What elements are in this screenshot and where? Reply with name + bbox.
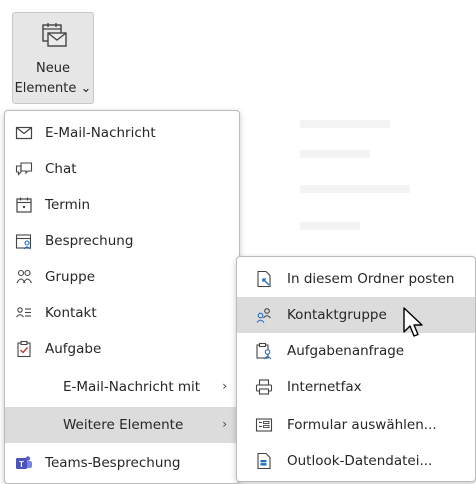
- new-items-icon: [42, 23, 67, 47]
- chat-icon: [15, 162, 33, 176]
- menu-item-label: E-Mail-Nachricht mit: [63, 379, 201, 395]
- menu-item-teams-meeting[interactable]: T Teams-Besprechung: [5, 445, 239, 481]
- task-request-icon: [256, 342, 272, 360]
- new-items-label-line1: Neue: [36, 61, 70, 76]
- envelope-icon: [15, 126, 33, 140]
- menu-item-appointment[interactable]: Termin: [5, 187, 239, 223]
- menu-item-label: Chat: [45, 161, 77, 177]
- task-icon: [17, 340, 31, 358]
- submenu-item-label: Kontaktgruppe: [287, 307, 387, 323]
- menu-item-email[interactable]: E-Mail-Nachricht: [5, 115, 239, 151]
- menu-item-label: Teams-Besprechung: [45, 455, 181, 471]
- submenu-item-choose-form[interactable]: Formular auswählen...: [237, 407, 475, 443]
- contact-icon: [16, 307, 31, 318]
- background-text: [300, 120, 390, 128]
- data-file-icon: [257, 452, 271, 470]
- svg-text:T: T: [19, 460, 24, 469]
- submenu-item-data-file[interactable]: Outlook-Datendatei...: [237, 443, 475, 479]
- submenu-item-label: Formular auswählen...: [287, 417, 437, 433]
- calendar-icon: [16, 197, 32, 213]
- menu-item-meeting[interactable]: Besprechung: [5, 223, 239, 259]
- submenu-item-label: In diesem Ordner posten: [287, 271, 455, 287]
- new-items-menu: E-Mail-Nachricht Chat Termin Besprechung: [4, 110, 240, 484]
- menu-item-label: Aufgabe: [45, 341, 102, 357]
- submenu-item-internet-fax[interactable]: Internetfax: [237, 369, 475, 405]
- menu-item-label: Besprechung: [45, 233, 134, 249]
- submenu-item-label: Internetfax: [287, 379, 362, 395]
- more-items-submenu: In diesem Ordner posten Kontaktgruppe Au…: [236, 256, 476, 482]
- group-icon: [16, 269, 32, 284]
- menu-item-task[interactable]: Aufgabe: [5, 331, 239, 367]
- submenu-item-task-request[interactable]: Aufgabenanfrage: [237, 333, 475, 369]
- meeting-icon: [15, 234, 32, 250]
- chevron-right-icon: ›: [222, 417, 227, 431]
- contact-group-icon: [256, 308, 271, 323]
- teams-icon: T: [16, 456, 32, 469]
- submenu-item-contact-group[interactable]: Kontaktgruppe: [237, 297, 475, 333]
- background-text: [300, 150, 370, 158]
- submenu-item-label: Aufgabenanfrage: [287, 343, 405, 359]
- menu-item-label: Kontakt: [45, 305, 97, 321]
- menu-item-email-with[interactable]: E-Mail-Nachricht mit ›: [5, 369, 239, 405]
- menu-item-label: Gruppe: [45, 269, 96, 285]
- background-text: [300, 222, 360, 230]
- menu-item-chat[interactable]: Chat: [5, 151, 239, 187]
- background-text: [300, 185, 410, 193]
- new-items-label-line2: Elemente ⌄: [14, 81, 92, 96]
- menu-item-label: Termin: [45, 197, 91, 213]
- submenu-item-post[interactable]: In diesem Ordner posten: [237, 261, 475, 297]
- menu-item-label: E-Mail-Nachricht: [45, 125, 156, 141]
- menu-item-group[interactable]: Gruppe: [5, 259, 239, 295]
- chevron-right-icon: ›: [222, 379, 227, 393]
- menu-item-label: Weitere Elemente: [63, 417, 184, 433]
- menu-item-contact[interactable]: Kontakt: [5, 295, 239, 331]
- form-icon: [255, 418, 273, 432]
- new-items-button[interactable]: Neue Elemente ⌄: [12, 12, 94, 104]
- submenu-item-label: Outlook-Datendatei...: [287, 453, 433, 469]
- menu-item-more-items[interactable]: Weitere Elemente ›: [5, 407, 239, 443]
- post-icon: [257, 270, 271, 288]
- mouse-cursor-icon: [403, 307, 423, 337]
- fax-icon: [255, 379, 273, 395]
